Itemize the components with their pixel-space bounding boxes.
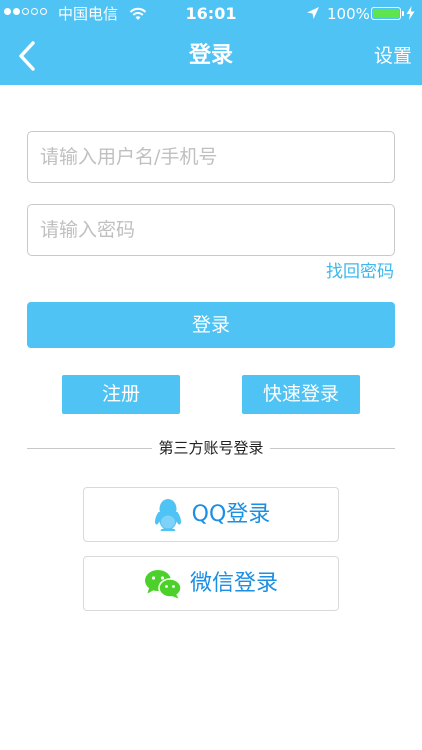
- qq-login-label: QQ登录: [191, 501, 271, 527]
- battery-percent: 100%: [327, 5, 370, 23]
- top-bar: 中国电信 16:01 100% 登录 设置: [0, 0, 422, 85]
- quick-login-button[interactable]: 快速登录: [242, 375, 360, 414]
- register-button[interactable]: 注册: [62, 375, 180, 414]
- battery-icon: [371, 7, 404, 20]
- status-bar: 中国电信 16:01 100%: [0, 0, 422, 28]
- third-party-login-text: 第三方账号登录: [152, 439, 270, 457]
- qq-login-button[interactable]: QQ登录: [83, 487, 339, 542]
- charging-bolt-icon: [406, 6, 415, 20]
- qq-penguin-icon: [154, 498, 181, 531]
- login-button[interactable]: 登录: [27, 302, 395, 348]
- page-title: 登录: [188, 43, 233, 68]
- navigation-bar: 登录 设置: [0, 28, 422, 85]
- forgot-password-link[interactable]: 找回密码: [326, 260, 394, 284]
- password-input[interactable]: [27, 204, 395, 256]
- wechat-icon: [144, 569, 182, 598]
- location-arrow-icon: [307, 7, 319, 19]
- third-party-login-label: 第三方账号登录: [0, 437, 422, 459]
- wechat-login-label: 微信登录: [189, 570, 278, 596]
- login-screen: 中国电信 16:01 100% 登录 设置 找回密码: [0, 0, 422, 750]
- username-input[interactable]: [27, 131, 395, 183]
- wechat-login-button[interactable]: 微信登录: [83, 556, 339, 611]
- settings-button[interactable]: 设置: [374, 41, 412, 71]
